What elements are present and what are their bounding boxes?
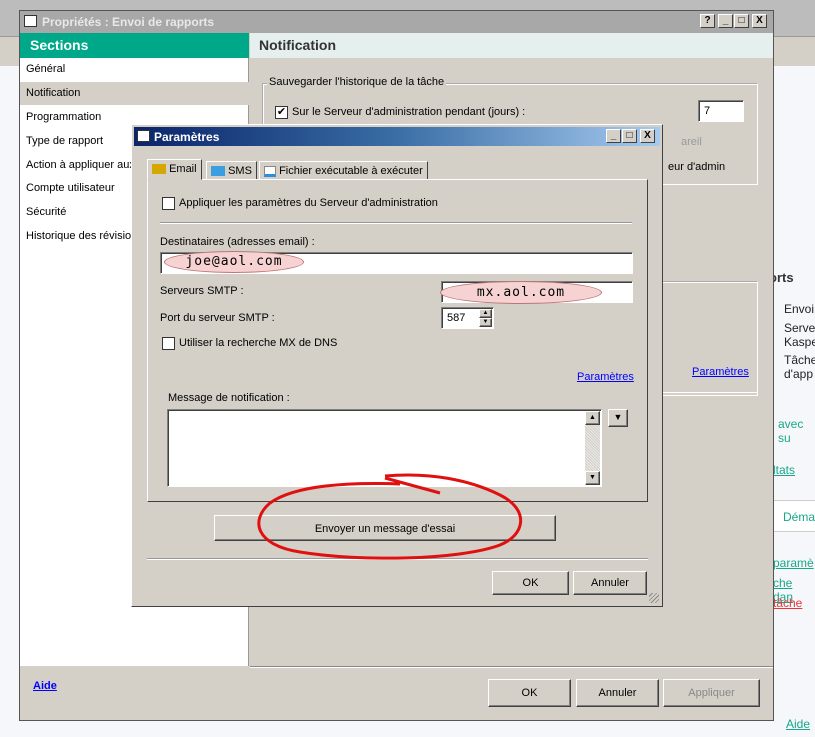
- tab-email[interactable]: Email: [147, 159, 202, 180]
- red-annotation-circle: [257, 473, 523, 560]
- tab-email-label: Email: [169, 163, 197, 175]
- envelope-icon: [152, 164, 166, 175]
